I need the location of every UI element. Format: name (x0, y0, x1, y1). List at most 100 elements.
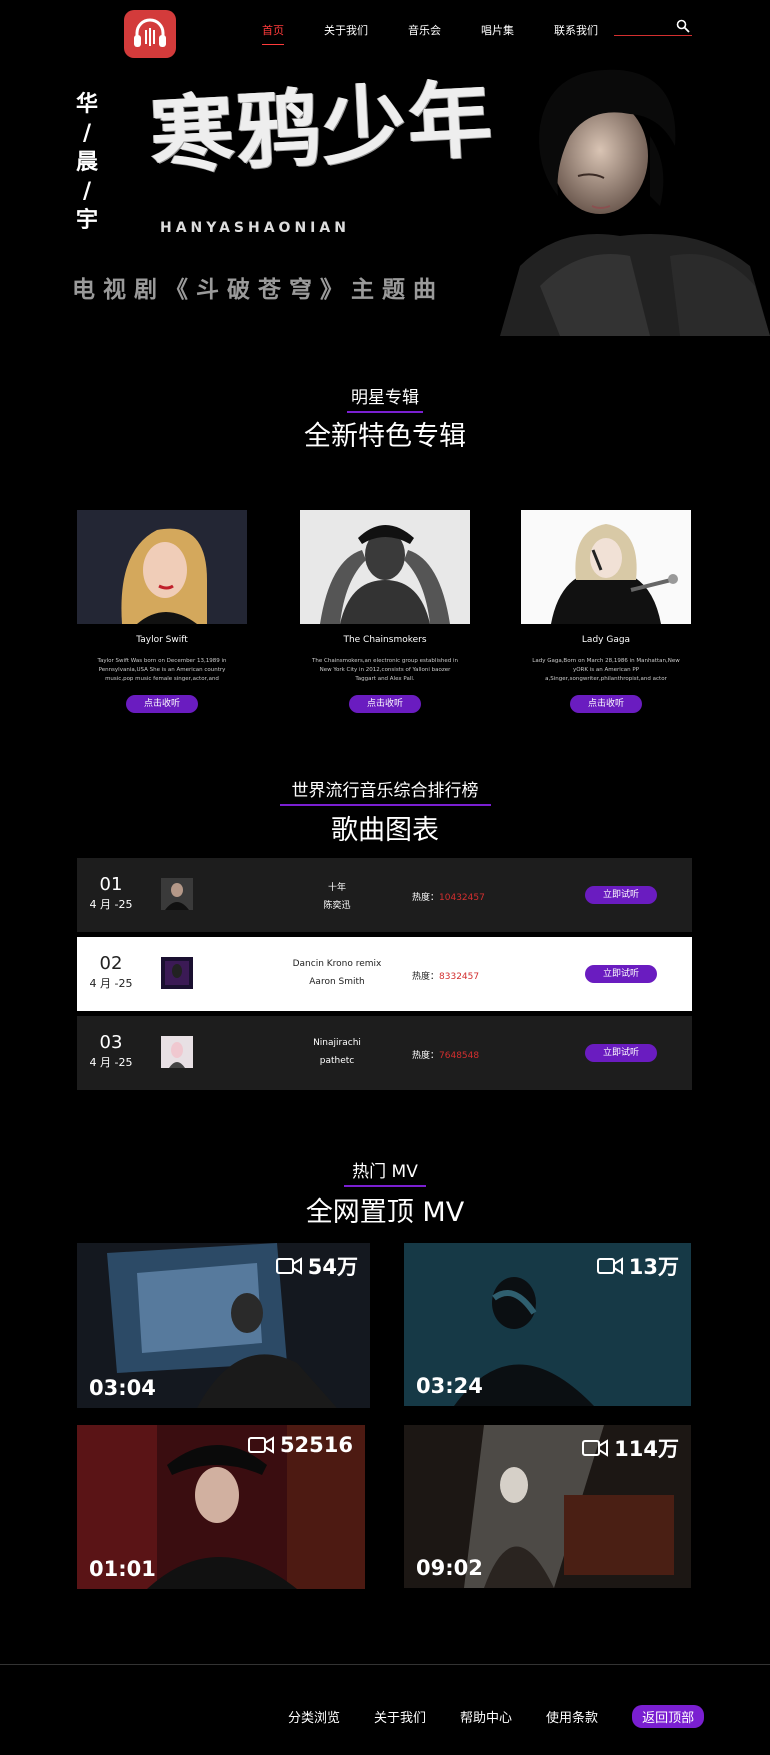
song-date: 4 月 -25 (89, 1056, 133, 1069)
album-name: Taylor Swift (136, 635, 188, 645)
mv-views-text: 13万 (628, 1255, 679, 1279)
footer-link-help[interactable]: 帮助中心 (460, 1707, 512, 1726)
footer-nav: 分类浏览 关于我们 帮助中心 使用条款 返回顶部 (288, 1705, 705, 1728)
hero-artist-separator: / (82, 120, 92, 146)
mv-card[interactable]: 114万 09:02 (404, 1425, 691, 1588)
albums-title: 全新特色专辑 (304, 421, 466, 452)
mv-views-text: 54万 (307, 1255, 358, 1279)
song-cover-thumbnail[interactable] (161, 1036, 193, 1068)
footer-link-browse[interactable]: 分类浏览 (288, 1707, 340, 1726)
nav-albums[interactable]: 唱片集 (481, 22, 514, 45)
hero-artist-char: 华 (75, 91, 98, 117)
mv-view-count: 52516 (247, 1433, 353, 1457)
song-heat-label: 热度： (412, 893, 440, 903)
song-play-button[interactable]: 立即试听 (585, 1044, 657, 1062)
song-cover-thumbnail[interactable] (161, 878, 193, 910)
song-cover-thumbnail[interactable] (161, 957, 193, 989)
logo-headphones-icon[interactable] (124, 10, 176, 58)
album-name: Lady Gaga (581, 635, 631, 645)
hero-artist-separator: / (82, 178, 92, 204)
footer-divider (0, 1664, 770, 1665)
song-heat-value: 8332457 (439, 972, 480, 982)
chart-kicker-text: 世界流行音乐综合排行榜 (279, 776, 491, 806)
video-camera-icon (247, 1436, 274, 1454)
album-photo-taylor-swift[interactable] (77, 510, 247, 624)
mv-kicker-text: 热门 MV (344, 1157, 426, 1187)
album-listen-button[interactable]: 点击收听 (570, 695, 642, 713)
album-listen-button[interactable]: 点击收听 (126, 695, 198, 713)
song-heat-value: 10432457 (439, 893, 485, 903)
song-rank: 01 (99, 874, 123, 895)
mv-duration: 03:24 (416, 1374, 483, 1398)
album-card: Taylor Swift Taylor Swift Was born on De… (77, 510, 247, 713)
song-title: Ninajirachi (313, 1038, 361, 1048)
song-title: Dancin Krono remix (292, 959, 382, 969)
song-artist: 陈奕迅 (323, 901, 351, 911)
album-card: The Chainsmokers The Chainsmokers,an ele… (300, 510, 470, 713)
song-play-button[interactable]: 立即试听 (585, 886, 657, 904)
mv-views-text: 52516 (279, 1433, 353, 1457)
mv-card[interactable]: 13万 03:24 (404, 1243, 691, 1406)
video-camera-icon (275, 1257, 302, 1275)
search-box (614, 18, 692, 39)
song-play-button[interactable]: 立即试听 (585, 965, 657, 983)
album-description: The Chainsmokers,an electronic group est… (312, 658, 458, 682)
hero-subtitle: 电视剧《斗破苍穹》主题曲 (72, 277, 444, 303)
search-icon[interactable] (676, 19, 690, 33)
song-row[interactable]: 01 4 月 -25 十年 陈奕迅 热度：10432457 立即试听 (77, 858, 692, 932)
mv-view-count: 114万 (582, 1433, 679, 1463)
song-date: 4 月 -25 (89, 898, 133, 911)
hero-banner: 首页 关于我们 音乐会 唱片集 联系我们 华 / 晨 / 宇 寒鸦少年 HANY… (0, 0, 770, 340)
album-photo-the-chainsmokers[interactable] (300, 510, 470, 624)
song-heat: 热度：8332457 (412, 969, 479, 982)
nav-contact[interactable]: 联系我们 (554, 22, 598, 45)
song-artist: pathetc (319, 1056, 355, 1066)
mv-duration: 09:02 (416, 1556, 483, 1580)
nav-concert[interactable]: 音乐会 (408, 22, 441, 45)
hero-artist-char: 宇 (75, 207, 98, 233)
video-camera-icon (582, 1439, 609, 1457)
hero-artist-name: 华 / 晨 / 宇 (72, 90, 102, 235)
album-card: Lady Gaga Lady Gaga,Born on March 28,198… (521, 510, 691, 713)
album-name: The Chainsmokers (343, 635, 427, 645)
footer-link-terms[interactable]: 使用条款 (546, 1707, 598, 1726)
mv-kicker: 热门 MV (0, 1157, 770, 1187)
mv-duration: 01:01 (89, 1557, 156, 1581)
chart-title: 歌曲图表 (331, 815, 439, 846)
chart-kicker: 世界流行音乐综合排行榜 (0, 776, 770, 806)
mv-views-text: 114万 (614, 1437, 679, 1461)
mv-duration: 03:04 (89, 1376, 156, 1400)
hero-artist-char: 晨 (75, 149, 98, 175)
mv-view-count: 54万 (275, 1251, 358, 1281)
mv-card[interactable]: 54万 03:04 (77, 1243, 370, 1408)
song-rank: 03 (99, 1032, 123, 1053)
back-to-top-button[interactable]: 返回顶部 (632, 1705, 705, 1728)
song-row[interactable]: 03 4 月 -25 Ninajirachi pathetc 热度：764854… (77, 1016, 692, 1090)
album-photo-lady-gaga[interactable] (521, 510, 691, 624)
song-heat-label: 热度： (412, 972, 440, 982)
song-rank: 02 (99, 953, 123, 974)
hero-title: 寒鸦少年 (147, 69, 497, 186)
song-heat: 热度：10432457 (412, 890, 485, 903)
song-heat-value: 7648548 (439, 1051, 480, 1061)
album-listen-button[interactable]: 点击收听 (349, 695, 421, 713)
song-row[interactable]: 02 4 月 -25 Dancin Krono remix Aaron Smit… (77, 937, 692, 1011)
song-artist: Aaron Smith (309, 977, 365, 987)
video-camera-icon (596, 1257, 623, 1275)
nav-about[interactable]: 关于我们 (324, 22, 368, 45)
hero-pinyin: HANYASHAONIAN (160, 220, 350, 236)
song-date: 4 月 -25 (89, 977, 133, 990)
album-description: Lady Gaga,Born on March 28,1986 in Manha… (532, 658, 680, 682)
albums-kicker-text: 明星专辑 (347, 383, 423, 413)
footer-link-about[interactable]: 关于我们 (374, 1707, 426, 1726)
search-input[interactable] (614, 22, 674, 39)
main-nav: 首页 关于我们 音乐会 唱片集 联系我们 (262, 22, 638, 45)
mv-view-count: 13万 (596, 1251, 679, 1281)
song-heat: 热度：7648548 (412, 1048, 479, 1061)
mv-card[interactable]: 52516 01:01 (77, 1425, 365, 1589)
song-title: 十年 (327, 883, 346, 893)
mv-title: 全网置顶 MV (305, 1197, 465, 1228)
song-heat-label: 热度： (412, 1051, 440, 1061)
albums-kicker: 明星专辑 (0, 383, 770, 413)
nav-home[interactable]: 首页 (262, 22, 284, 45)
